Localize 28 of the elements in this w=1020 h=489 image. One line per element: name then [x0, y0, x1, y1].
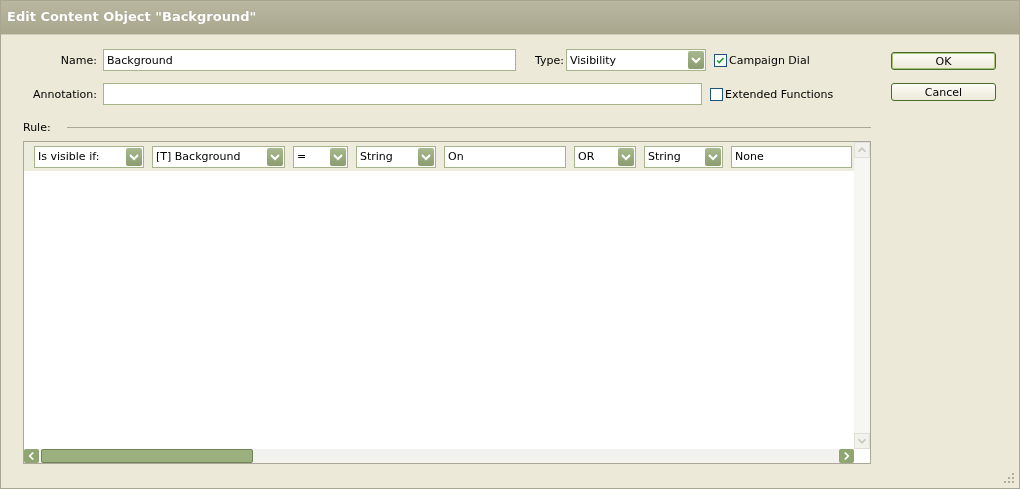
name-label: Name:	[59, 53, 98, 67]
checkbox-label: Extended Functions	[725, 87, 834, 101]
dialog-button[interactable]: Cancel	[891, 83, 996, 101]
rule-dropdown[interactable]: [T] Background	[152, 145, 285, 168]
type-dropdown[interactable]: Visibility	[566, 49, 706, 71]
name-field[interactable]: Background	[103, 49, 516, 71]
scroll-up-button[interactable]	[854, 142, 870, 158]
scroll-right-button[interactable]	[839, 449, 854, 463]
scroll-down-button[interactable]	[854, 433, 870, 449]
window-title: Edit Content Object "Background"	[7, 9, 257, 24]
type-label: Type:	[534, 53, 565, 67]
scroll-left-button[interactable]	[24, 449, 39, 463]
checkbox[interactable]	[714, 53, 727, 67]
scrollbar-thumb[interactable]	[41, 449, 253, 463]
dialog-button[interactable]: OK	[891, 52, 996, 70]
rule-dropdown[interactable]: String	[644, 145, 723, 168]
rule-dropdown[interactable]: =	[293, 145, 348, 168]
checkbox-label: Campaign Dial	[729, 53, 810, 67]
annotation-label: Annotation:	[31, 87, 98, 101]
rule-label: Rule:	[23, 120, 51, 134]
rule-dropdown[interactable]: String	[356, 145, 436, 168]
rule-value-field[interactable]: None	[731, 145, 852, 168]
rule-dropdown[interactable]: Is visible if:	[34, 145, 144, 168]
resize-grip-icon[interactable]	[1003, 472, 1015, 484]
rule-dropdown[interactable]: OR	[574, 145, 636, 168]
annotation-field[interactable]	[103, 83, 702, 105]
checkbox[interactable]	[710, 87, 723, 101]
rule-value-field[interactable]: On	[444, 145, 566, 168]
